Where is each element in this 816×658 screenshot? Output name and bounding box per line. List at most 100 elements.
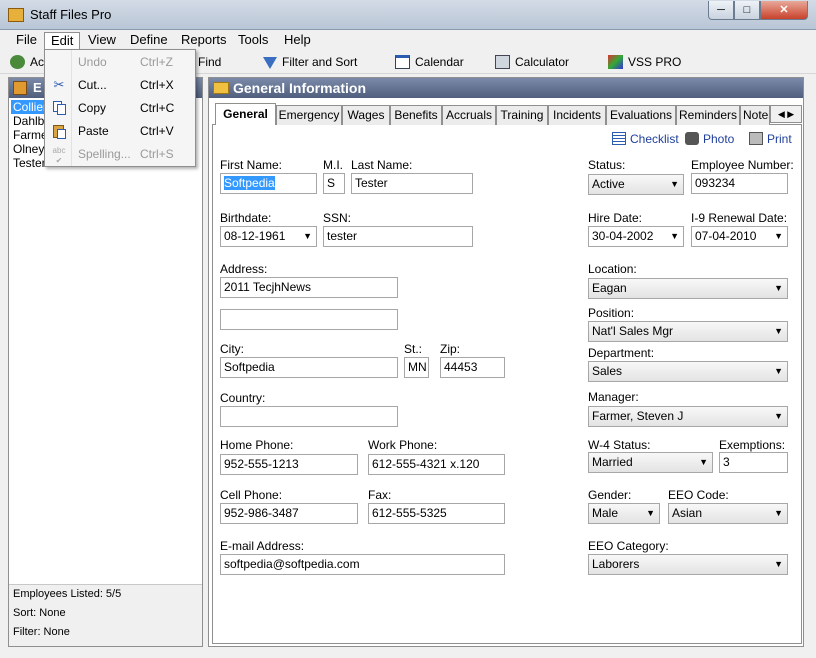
employee-number-label: Employee Number: bbox=[691, 158, 794, 172]
fax-field[interactable]: 612-555-5325 bbox=[368, 503, 505, 524]
add-button[interactable]: Ac bbox=[10, 53, 44, 72]
exemptions-label: Exemptions: bbox=[719, 438, 786, 452]
menu-define[interactable]: Define bbox=[124, 32, 174, 49]
menu-file[interactable]: File bbox=[10, 32, 43, 49]
employees-listed-count: Employees Listed: 5/5 bbox=[13, 588, 122, 600]
tab-reminders[interactable]: Reminders bbox=[676, 105, 740, 125]
cell-phone-field[interactable]: 952-986-3487 bbox=[220, 503, 358, 524]
work-phone-label: Work Phone: bbox=[368, 438, 438, 452]
photo-link[interactable]: Photo bbox=[685, 132, 734, 146]
menu-item-undo[interactable]: Undo Ctrl+Z bbox=[47, 51, 193, 73]
menu-item-spelling[interactable]: abc ✔ Spelling... Ctrl+S bbox=[47, 143, 193, 165]
gender-select[interactable]: Male ▼ bbox=[588, 503, 660, 524]
camera-icon bbox=[685, 132, 699, 145]
address-label: Address: bbox=[220, 262, 268, 276]
tab-incidents[interactable]: Incidents bbox=[548, 105, 606, 125]
tab-emergency[interactable]: Emergency bbox=[276, 105, 342, 125]
tab-training[interactable]: Training bbox=[496, 105, 548, 125]
paste-icon bbox=[51, 123, 67, 139]
eeo-code-label: EEO Code: bbox=[668, 488, 729, 502]
chevron-down-icon: ▼ bbox=[774, 366, 783, 376]
department-select[interactable]: Sales ▼ bbox=[588, 361, 788, 382]
tab-evaluations[interactable]: Evaluations bbox=[606, 105, 676, 125]
checklist-link[interactable]: Checklist bbox=[612, 132, 679, 146]
country-field[interactable] bbox=[220, 406, 398, 427]
chevron-down-icon: ▼ bbox=[303, 231, 312, 241]
manager-select[interactable]: Farmer, Steven J ▼ bbox=[588, 406, 788, 427]
tab-accruals[interactable]: Accruals bbox=[442, 105, 496, 125]
city-field[interactable]: Softpedia bbox=[220, 357, 398, 378]
sort-status: Sort: None bbox=[13, 607, 66, 619]
position-select[interactable]: Nat'l Sales Mgr ▼ bbox=[588, 321, 788, 342]
panel-header: General Information bbox=[209, 78, 803, 98]
arrow-right-icon[interactable]: ▶ bbox=[787, 109, 794, 119]
eeo-code-select[interactable]: Asian ▼ bbox=[668, 503, 788, 524]
chevron-down-icon: ▼ bbox=[670, 179, 679, 189]
arrow-left-icon[interactable]: ◀ bbox=[778, 109, 785, 119]
menu-tools[interactable]: Tools bbox=[232, 32, 274, 49]
last-name-field[interactable]: Tester bbox=[351, 173, 473, 194]
w4-status-select[interactable]: Married ▼ bbox=[588, 452, 713, 473]
chevron-down-icon: ▼ bbox=[774, 283, 783, 293]
address-line2-field[interactable] bbox=[220, 309, 398, 330]
mi-field[interactable]: S bbox=[323, 173, 345, 194]
tab-benefits[interactable]: Benefits bbox=[390, 105, 442, 125]
tab-notes[interactable]: Notes bbox=[740, 105, 770, 125]
position-label: Position: bbox=[588, 306, 635, 320]
menu-bar: File Edit View Define Reports Tools Help bbox=[0, 30, 816, 50]
vss-pro-button[interactable]: VSS PRO bbox=[608, 53, 681, 72]
email-field[interactable]: softpedia@softpedia.com bbox=[220, 554, 505, 575]
printer-icon bbox=[749, 132, 763, 145]
print-link[interactable]: Print bbox=[749, 132, 792, 146]
menu-edit[interactable]: Edit bbox=[44, 32, 81, 49]
i9-renewal-label: I-9 Renewal Date: bbox=[691, 211, 788, 225]
location-label: Location: bbox=[588, 262, 637, 276]
address-line1-field[interactable]: 2011 TecjhNews bbox=[220, 277, 398, 298]
menu-item-cut[interactable]: ✂ Cut... Ctrl+X bbox=[47, 74, 193, 96]
state-label: St.: bbox=[404, 342, 423, 356]
chevron-down-icon: ▼ bbox=[699, 457, 708, 467]
close-button[interactable]: ✕ bbox=[760, 1, 808, 20]
calendar-button[interactable]: Calendar bbox=[395, 53, 464, 72]
last-name-label: Last Name: bbox=[351, 158, 413, 172]
i9-renewal-picker[interactable]: 07-04-2010 ▼ bbox=[691, 226, 788, 247]
birthdate-label: Birthdate: bbox=[220, 211, 272, 225]
calculator-icon bbox=[495, 55, 510, 69]
filter-sort-button[interactable]: Filter and Sort bbox=[263, 53, 357, 72]
work-phone-field[interactable]: 612-555-4321 x.120 bbox=[368, 454, 505, 475]
chevron-down-icon: ▼ bbox=[774, 326, 783, 336]
eeo-category-select[interactable]: Laborers ▼ bbox=[588, 554, 788, 575]
ssn-label: SSN: bbox=[323, 211, 352, 225]
state-field[interactable]: MN bbox=[404, 357, 429, 378]
tab-wages[interactable]: Wages bbox=[342, 105, 390, 125]
hire-date-picker[interactable]: 30-04-2002 ▼ bbox=[588, 226, 684, 247]
find-button[interactable]: Find bbox=[198, 53, 221, 72]
mi-label: M.I. bbox=[323, 158, 343, 172]
tab-scroll-arrows[interactable]: ◀ ▶ bbox=[770, 105, 802, 123]
calculator-button[interactable]: Calculator bbox=[495, 53, 569, 72]
ssn-field[interactable]: tester bbox=[323, 226, 473, 247]
vss-pro-icon bbox=[608, 55, 623, 69]
menu-item-paste[interactable]: Paste Ctrl+V bbox=[47, 120, 193, 142]
location-select[interactable]: Eagan ▼ bbox=[588, 278, 788, 299]
folder-icon bbox=[213, 82, 229, 94]
calendar-icon bbox=[395, 55, 410, 69]
funnel-icon bbox=[263, 57, 277, 69]
menu-item-copy[interactable]: Copy Ctrl+C bbox=[47, 97, 193, 119]
birthdate-picker[interactable]: 08-12-1961 ▼ bbox=[220, 226, 317, 247]
menu-view[interactable]: View bbox=[82, 32, 122, 49]
eeo-category-label: EEO Category: bbox=[588, 539, 669, 553]
tab-general[interactable]: General bbox=[215, 103, 276, 125]
zip-field[interactable]: 44453 bbox=[440, 357, 505, 378]
home-phone-field[interactable]: 952-555-1213 bbox=[220, 454, 358, 475]
minimize-button[interactable]: ─ bbox=[708, 1, 734, 20]
scissors-icon: ✂ bbox=[53, 77, 65, 92]
first-name-field[interactable]: Softpedia bbox=[220, 173, 317, 194]
menu-help[interactable]: Help bbox=[278, 32, 317, 49]
employee-number-field[interactable]: 093234 bbox=[691, 173, 788, 194]
maximize-button[interactable]: □ bbox=[734, 1, 760, 20]
chevron-down-icon: ▼ bbox=[646, 508, 655, 518]
menu-reports[interactable]: Reports bbox=[175, 32, 233, 49]
status-select[interactable]: Active ▼ bbox=[588, 174, 684, 195]
exemptions-field[interactable]: 3 bbox=[719, 452, 788, 473]
